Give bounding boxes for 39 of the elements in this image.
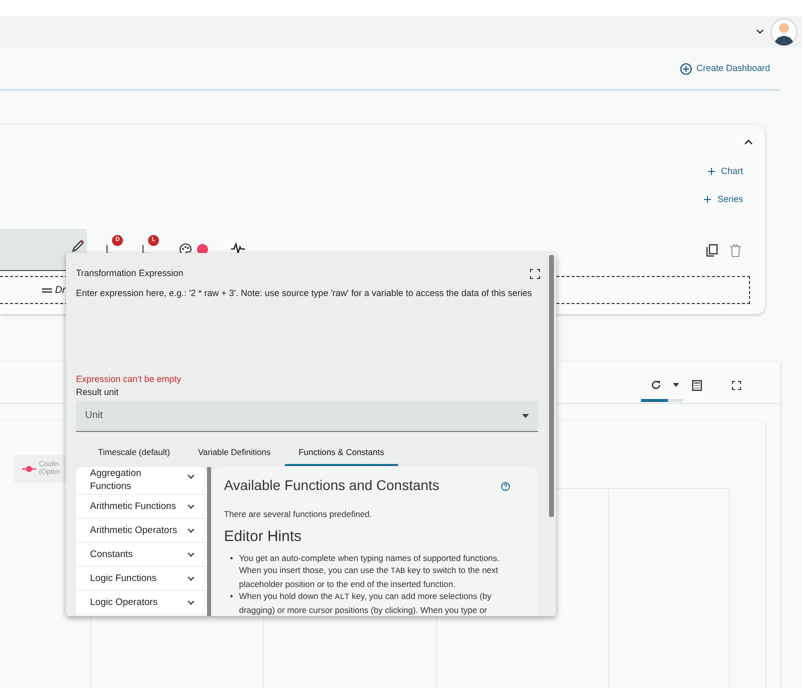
add-series-button[interactable]: Series xyxy=(704,192,743,206)
legend-label: Dr xyxy=(55,284,66,298)
chevron-down-icon[interactable] xyxy=(756,29,764,35)
line-style-icon xyxy=(42,288,52,292)
help-icon[interactable] xyxy=(501,482,510,492)
hint-text: You get an auto-complete when typing names of supported functions. When you insert those, you can use the TAB key to switch to the next placeholder position or to the end of the inserted function. xyxy=(238,552,501,590)
help-text: There are several functions predefined. xyxy=(224,508,373,522)
unit-select[interactable]: Unit xyxy=(76,400,538,432)
scrollbar-thumb[interactable] xyxy=(549,255,554,517)
add-chart-button[interactable]: Chart xyxy=(708,165,743,178)
error-message: Expression can't be empty xyxy=(76,372,182,386)
avatar-icon[interactable] xyxy=(770,18,798,46)
pencil-icon xyxy=(71,239,85,253)
palette-icon[interactable] xyxy=(179,243,192,256)
help-heading: Available Functions and Constants xyxy=(224,476,440,496)
plus-circle-icon xyxy=(680,62,692,74)
caret-down-icon xyxy=(522,414,529,418)
tab[interactable]: Variable Definitions xyxy=(184,440,285,466)
dialog-title: Transformation Expression xyxy=(76,267,184,280)
refresh-icon[interactable] xyxy=(651,380,661,390)
chevron-up-icon[interactable] xyxy=(744,139,753,145)
plus-icon xyxy=(708,168,715,176)
tab[interactable]: Timescale (default) xyxy=(84,440,184,466)
copy-icon[interactable] xyxy=(706,244,718,257)
fullscreen-icon[interactable] xyxy=(530,268,540,279)
field-label: Result unit xyxy=(76,386,120,400)
hints-heading: Editor Hints xyxy=(224,527,303,548)
hint-text: When you hold down the ALT key, you can add more selections (by dragging) or more cursor positions (by clicking). When you type or xyxy=(238,590,492,616)
caret-down-icon[interactable] xyxy=(673,383,679,387)
fullscreen-icon[interactable] xyxy=(732,381,741,390)
trash-icon[interactable] xyxy=(730,244,741,257)
pulse-icon[interactable] xyxy=(231,242,245,254)
create-dashboard-button[interactable]: Create Dashboard xyxy=(680,62,770,76)
plus-icon xyxy=(704,196,712,203)
expression-field[interactable]: Enter expression here, e.g.: '2 * raw + 3'. Note: use source type 'raw' for a variable to access the data of this series xyxy=(76,286,556,368)
list-scrollbar[interactable] xyxy=(207,467,211,616)
bullet: • xyxy=(230,590,233,603)
calculator-icon[interactable] xyxy=(692,380,702,391)
bullet: • xyxy=(230,552,233,565)
